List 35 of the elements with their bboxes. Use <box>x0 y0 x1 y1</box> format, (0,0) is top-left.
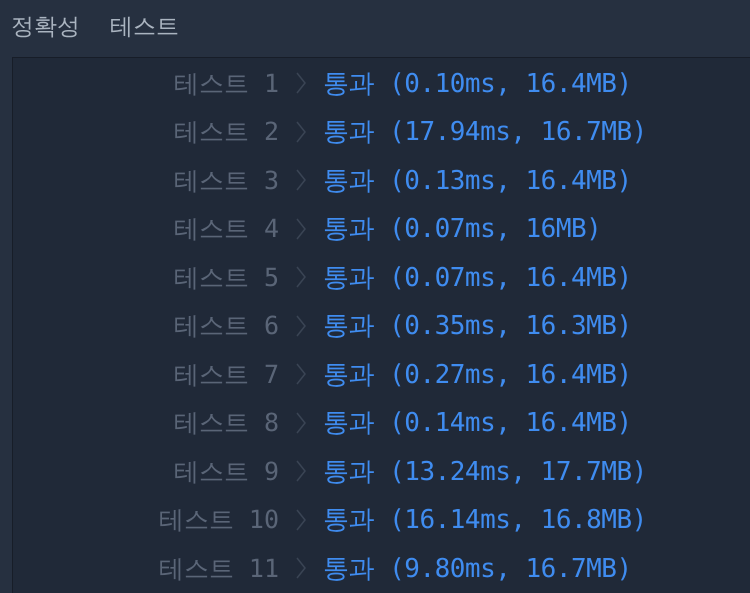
test-label: 테스트 9 <box>174 456 279 488</box>
test-label: 테스트 11 <box>158 552 279 585</box>
test-result: 통과 (17.94ms, 16.7MB) <box>323 116 648 150</box>
test-label: 테스트 5 <box>174 262 279 294</box>
test-label: 테스트 2 <box>174 116 279 148</box>
chevron-right-icon <box>296 314 306 337</box>
test-result: 통과 (0.13ms, 16.4MB) <box>323 164 633 198</box>
test-result: 통과 (0.07ms, 16.4MB) <box>323 262 633 295</box>
test-result: 통과 (0.07ms, 16MB) <box>323 213 602 246</box>
chevron-right-icon <box>296 508 306 531</box>
test-label: 테스트 7 <box>174 358 279 391</box>
test-label: 테스트 6 <box>174 310 279 342</box>
test-result: 통과 (0.27ms, 16.4MB) <box>323 358 633 392</box>
chevron-right-icon <box>296 557 306 580</box>
tab[interactable]: 테스트 <box>110 11 179 42</box>
test-result: 통과 (0.35ms, 16.3MB) <box>323 310 633 344</box>
test-label: 테스트 10 <box>158 504 279 536</box>
tab[interactable]: 정확성 <box>11 11 80 42</box>
test-label: 테스트 3 <box>174 164 279 197</box>
test-label: 테스트 4 <box>174 213 279 246</box>
chevron-right-icon <box>296 266 306 288</box>
chevron-right-icon <box>296 460 306 482</box>
chevron-right-icon <box>296 363 306 386</box>
test-label: 테스트 1 <box>174 68 279 100</box>
test-label: 테스트 8 <box>174 407 279 440</box>
chevron-right-icon <box>296 169 306 192</box>
test-result: 통과 (0.14ms, 16.4MB) <box>323 407 633 440</box>
test-result: 통과 (13.24ms, 17.7MB) <box>323 456 648 489</box>
test-result: 통과 (16.14ms, 16.8MB) <box>323 504 648 538</box>
chevron-right-icon <box>296 412 306 434</box>
chevron-right-icon <box>296 72 306 94</box>
test-result: 통과 (9.80ms, 16.7MB) <box>323 552 633 586</box>
chevron-right-icon <box>296 120 306 143</box>
chevron-right-icon <box>296 218 306 240</box>
test-result: 통과 (0.10ms, 16.4MB) <box>323 68 633 101</box>
